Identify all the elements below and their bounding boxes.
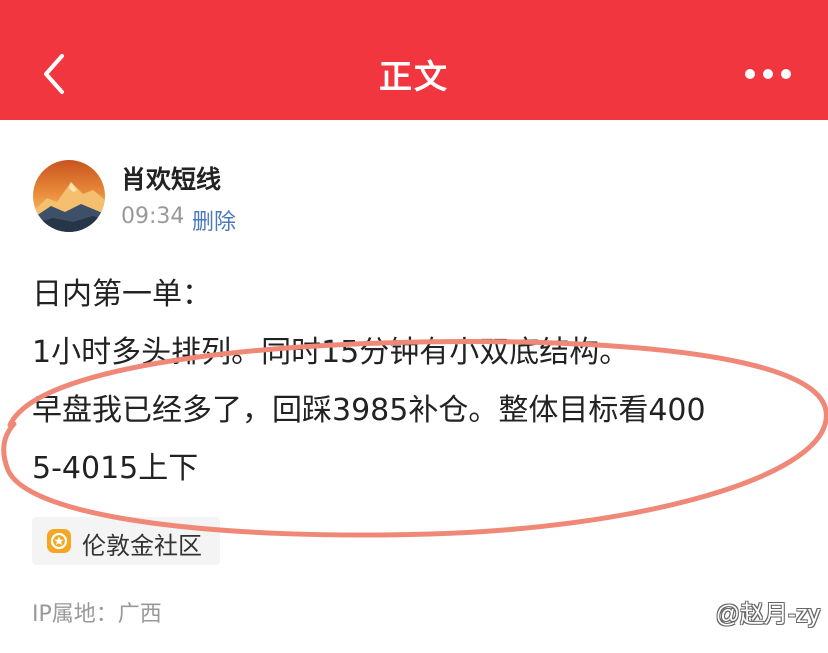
- top-nav-bar: 正文: [0, 0, 828, 120]
- post-line: 5-4015上下: [32, 451, 199, 486]
- mountain-sunset-avatar: [33, 160, 105, 232]
- page-title: 正文: [379, 57, 449, 96]
- post-content: 日内第一单： 1小时多头排列。同时15分钟有小双底结构。 早盘我已经多了，回踩3…: [32, 266, 802, 498]
- ip-location: IP属地：广西: [32, 602, 162, 627]
- delete-link[interactable]: 删除: [192, 204, 236, 236]
- community-tag[interactable]: 伦敦金社区: [32, 517, 220, 565]
- community-tag-label: 伦敦金社区: [82, 532, 202, 560]
- post-line: 1小时多头排列。同时15分钟有小双底结构。: [32, 335, 630, 370]
- post-line: 日内第一单：: [32, 277, 212, 312]
- more-horizontal-icon: [745, 69, 791, 79]
- post-detail-page: 正文 肖欢短线 09:34 删除 日内第一单： 1小时多头排列。同时15分钟有小…: [0, 0, 828, 653]
- post-line: 早盘我已经多了，回踩3985补仓。整体目标看400: [32, 393, 706, 428]
- post-time: 09:34: [121, 204, 185, 229]
- more-button[interactable]: [738, 60, 798, 88]
- avatar[interactable]: [33, 160, 105, 232]
- watermark: @赵月-zy: [715, 601, 820, 628]
- community-badge-icon: [46, 528, 72, 554]
- author-name[interactable]: 肖欢短线: [121, 160, 221, 196]
